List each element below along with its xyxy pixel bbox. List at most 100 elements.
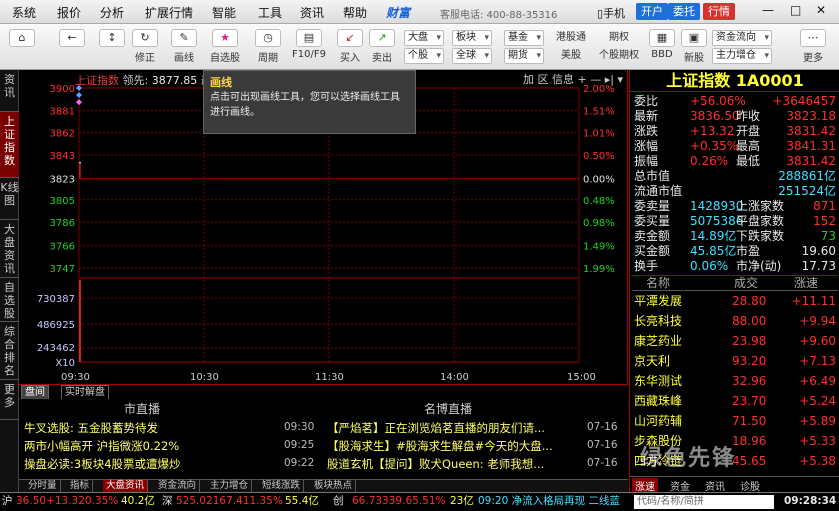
tab-kline[interactable]: K线图 [0, 178, 19, 220]
tab-realtime[interactable]: 实时解盘 [61, 385, 109, 400]
menu-news[interactable]: 资讯 [300, 4, 324, 21]
list-item[interactable]: 东华测试 32.96 +6.49 [632, 372, 838, 390]
news-ticker[interactable]: 09:20 净流入格局再现 二线蓝 [478, 493, 630, 510]
quote-row: 换手 0.06% 市净(动) 17.73 [632, 259, 838, 274]
document-icon: ▤ [296, 29, 322, 47]
volume-label: 243462 [37, 343, 75, 354]
f10-button[interactable]: ▤ F10/F9 [289, 28, 329, 66]
tab-diagnose[interactable]: 诊股 [740, 478, 760, 493]
sector-dropdown[interactable]: 板块 [452, 30, 492, 46]
entrust-button[interactable]: 委托 [668, 3, 700, 20]
quote-value: 19.60 [801, 244, 836, 258]
brand-logo: 财富 [386, 6, 411, 20]
right-news-header: 名博直播 [424, 402, 473, 416]
ipo-button[interactable]: ▣ 新股 [680, 28, 708, 66]
x-tick-label: 11:30 [315, 372, 344, 383]
bbd-button[interactable]: ▦ BBD [648, 28, 676, 66]
quote-label: 委比 [634, 94, 659, 108]
single-stock-dropdown[interactable]: 个股 [404, 48, 444, 64]
y-tick-label: 3843 [50, 151, 75, 162]
cy-quote[interactable]: 66.73339.65.51% [352, 493, 445, 510]
futures-dropdown[interactable]: 期货 [504, 48, 544, 64]
tab-speed[interactable]: 涨速 [632, 478, 658, 493]
menu-quote[interactable]: 报价 [57, 4, 81, 21]
quote-label: 委买量 [634, 214, 671, 228]
list-item[interactable]: 山河药辅 71.50 +5.89 [632, 412, 838, 430]
home-icon: ⌂ [9, 29, 35, 47]
edit-button[interactable]: ↻ 修正 [130, 28, 160, 66]
tab-news[interactable]: 资讯 [0, 70, 19, 112]
back-button[interactable]: ← [56, 28, 88, 66]
quote-value: 3841.31 [786, 139, 836, 153]
volume-label: 730387 [37, 294, 75, 305]
news-row[interactable]: 【严焰茗】正在浏览焰茗直播的朋友们请... [327, 420, 579, 436]
more-button[interactable]: ⋯ 更多 [796, 28, 830, 66]
tab-live[interactable]: 盘间 [21, 385, 49, 400]
list-price: 93.20 [732, 354, 767, 368]
news-row[interactable]: 牛叉选股: 五金股蓄势待发 [24, 420, 279, 436]
fund-dropdown[interactable]: 基金 [504, 30, 544, 46]
tab-more[interactable]: 更多 [0, 380, 19, 420]
maximize-icon[interactable]: □ [790, 3, 801, 17]
tab-sh-index[interactable]: 上证指数 [0, 112, 19, 178]
quote-value: 871 [813, 199, 836, 213]
tab-market-news[interactable]: 大盘资讯 [0, 220, 19, 278]
favorites-button[interactable]: ★ 自选股 [207, 28, 243, 66]
list-item[interactable]: 长亮科技 88.00 +9.94 [632, 312, 838, 330]
period-button[interactable]: ◷ 周期 [250, 28, 286, 66]
tab-favorites[interactable]: 自选股 [0, 278, 19, 322]
quote-button[interactable]: 行情 [703, 3, 735, 20]
list-name: 京天利 [634, 354, 671, 368]
close-icon[interactable]: ✕ [816, 3, 826, 17]
list-item[interactable]: 西藏珠峰 23.70 +5.24 [632, 392, 838, 410]
home-button[interactable]: ⌂ [6, 28, 38, 66]
main-increase-dropdown[interactable]: 主力增仓 [712, 48, 772, 64]
market-dropdown[interactable]: 大盘 [404, 30, 444, 46]
buy-button[interactable]: ↙ 买入 [336, 28, 364, 66]
quote-label: 昨收 [736, 109, 761, 123]
y-tick-label: 3881 [50, 106, 75, 117]
tab-info[interactable]: 资讯 [705, 478, 725, 493]
tab-ranking[interactable]: 综合排名 [0, 322, 19, 380]
tab-funds[interactable]: 资金 [670, 478, 690, 493]
clock: 09:28:34 [784, 495, 837, 507]
news-row[interactable]: 操盘必读:3板块4股票或遭爆炒 [24, 456, 279, 472]
hk-connect-button[interactable]: 港股通 美股 [552, 30, 590, 68]
options-button[interactable]: 期权 个股期权 [596, 30, 642, 68]
global-dropdown[interactable]: 全球 [452, 48, 492, 64]
updown-button[interactable]: ↕ [98, 28, 126, 66]
quote-label: 委卖量 [634, 199, 671, 213]
pencil-icon: ✎ [171, 29, 197, 47]
cy-amount: 23亿 [450, 495, 474, 507]
list-price: 45.65 [732, 454, 767, 468]
quote-label: 上涨家数 [736, 199, 785, 213]
quote-label: 总市值 [634, 169, 671, 183]
list-item[interactable]: 京天利 93.20 +7.13 [632, 352, 838, 370]
menu-extended[interactable]: 扩展行情 [145, 4, 193, 21]
quote-label: 流通市值 [634, 184, 683, 198]
search-input[interactable]: 代码/名称/简拼 [634, 495, 774, 509]
menu-tools[interactable]: 工具 [258, 4, 282, 21]
sell-button[interactable]: ↗ 卖出 [368, 28, 396, 66]
list-item[interactable]: 平潭发展 28.80 +11.11 [632, 292, 838, 310]
quote-label: 涨幅 [634, 139, 659, 153]
open-account-button[interactable]: 开户 [636, 3, 668, 20]
menu-smart[interactable]: 智能 [212, 4, 236, 21]
list-item[interactable]: 康芝药业 23.98 +9.60 [632, 332, 838, 350]
sh-quote[interactable]: 36.50+13.320.35% [16, 493, 118, 510]
sz-quote[interactable]: 525.02167.411.35% [176, 493, 283, 510]
mobile-link[interactable]: ▯手机 [597, 5, 625, 21]
draw-line-button[interactable]: ✎ 画线 [166, 28, 202, 66]
news-date: 07-16 [587, 421, 618, 433]
menu-system[interactable]: 系统 [12, 4, 36, 21]
quote-label: 最高 [736, 139, 761, 153]
news-row[interactable]: 两市小幅高开 沪指微涨0.22% [24, 438, 279, 454]
menu-analysis[interactable]: 分析 [100, 4, 124, 21]
status-bar: 沪 36.50+13.320.35% 40.2亿 深 525.02167.411… [0, 492, 839, 511]
fund-flow-dropdown[interactable]: 资金流向 [712, 30, 772, 46]
news-row[interactable]: 【股海求生】#股海求生解盘#今天的大盘... [327, 438, 579, 454]
quote-label: 涨跌 [634, 124, 659, 138]
menu-help[interactable]: 帮助 [343, 4, 367, 21]
news-row[interactable]: 股道玄机【提问】败犬Queen: 老师我想... [327, 456, 579, 472]
minimize-icon[interactable]: — [762, 3, 774, 17]
